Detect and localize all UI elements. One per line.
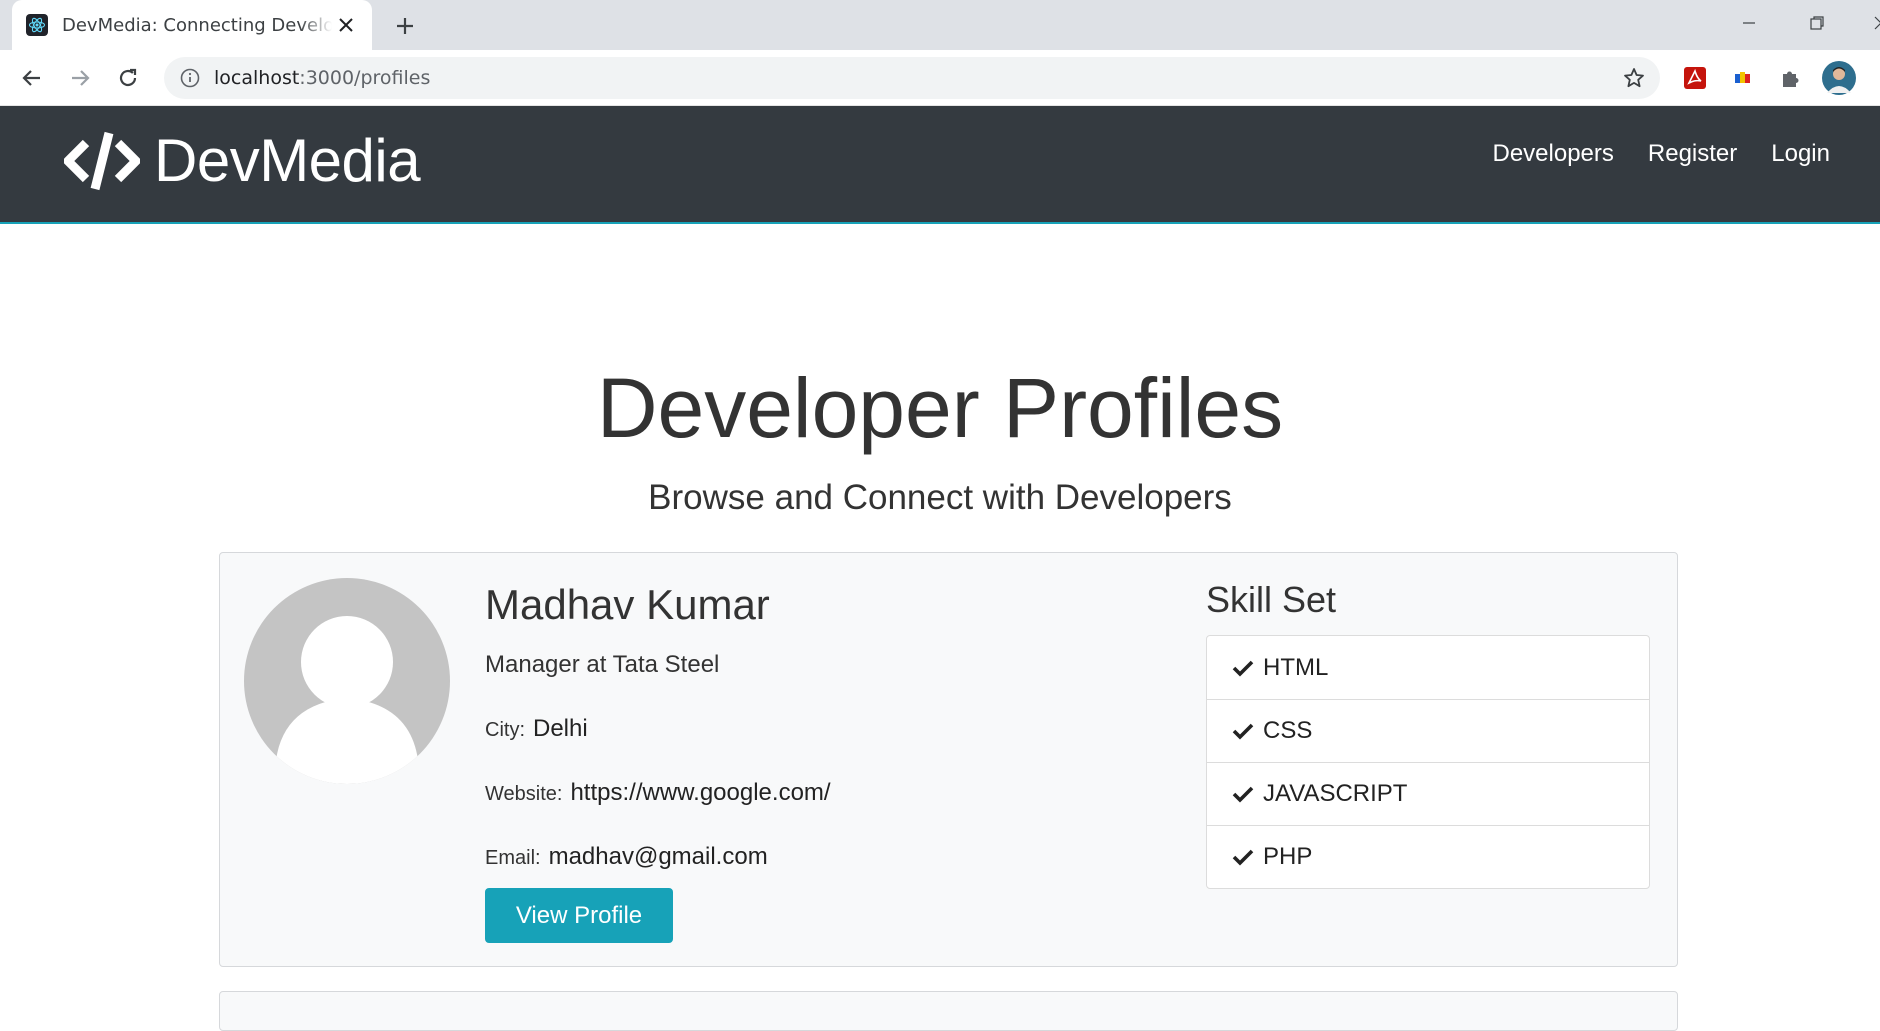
check-icon: [1231, 719, 1255, 743]
react-favicon-icon: [26, 14, 48, 36]
brand-name: DevMedia: [154, 127, 421, 194]
city-label: City:: [485, 719, 525, 741]
skill-name: HTML: [1263, 653, 1329, 681]
nav-register[interactable]: Register: [1648, 140, 1737, 168]
skill-set: Skill Set HTML CSS JAVASCRIPT PHP: [1206, 579, 1650, 889]
code-logo-icon: [64, 129, 140, 193]
developer-name: Madhav Kumar: [485, 581, 770, 628]
skill-item: PHP: [1207, 825, 1649, 888]
email-row: Email: madhav@gmail.com: [485, 843, 1105, 871]
url-host: localhost: [214, 67, 300, 89]
reload-icon[interactable]: [112, 62, 144, 94]
profile-info: Madhav Kumar Manager at Tata Steel City:…: [485, 581, 1105, 907]
nav-links: Developers Register Login: [1492, 140, 1830, 168]
app-navbar: DevMedia Developers Register Login: [0, 106, 1880, 224]
page-lead: Browse and Connect with Developers: [648, 478, 1232, 517]
skill-name: JAVASCRIPT: [1263, 780, 1408, 807]
skill-set-title: Skill Set: [1206, 579, 1337, 620]
city-value: Delhi: [533, 715, 588, 742]
color-extension-icon[interactable]: [1728, 63, 1758, 93]
page-title: Developer Profiles: [596, 361, 1284, 455]
website-value: https://www.google.com/: [570, 779, 831, 806]
address-bar[interactable]: localhost:3000/profiles: [164, 57, 1660, 99]
forward-icon[interactable]: [64, 62, 96, 94]
star-icon[interactable]: [1622, 66, 1646, 90]
skill-item: CSS: [1207, 699, 1649, 762]
developer-status: Manager at Tata Steel: [485, 651, 720, 678]
profile-card-partial: [219, 991, 1678, 1031]
check-icon: [1231, 845, 1255, 869]
browser-tab-strip: DevMedia: Connecting Developers: [0, 0, 1880, 50]
tab-title: DevMedia: Connecting Developers: [62, 14, 332, 36]
website-label: Website:: [485, 783, 563, 805]
browser-tab[interactable]: DevMedia: Connecting Developers: [12, 0, 372, 50]
website-row: Website: https://www.google.com/: [485, 779, 1105, 807]
email-label: Email:: [485, 847, 541, 869]
back-icon[interactable]: [16, 62, 48, 94]
user-avatar-icon: [244, 578, 450, 784]
email-value: madhav@gmail.com: [548, 843, 768, 870]
check-icon: [1231, 656, 1255, 680]
nav-developers[interactable]: Developers: [1492, 140, 1613, 168]
skill-list: HTML CSS JAVASCRIPT PHP: [1206, 635, 1650, 889]
minimize-icon[interactable]: [1734, 8, 1764, 38]
skill-item: HTML: [1207, 636, 1649, 699]
puzzle-icon[interactable]: [1776, 63, 1806, 93]
skill-name: PHP: [1263, 843, 1313, 870]
info-icon[interactable]: [180, 68, 200, 88]
browser-toolbar: localhost:3000/profiles: [0, 50, 1880, 106]
city-row: City: Delhi: [485, 715, 1105, 743]
profile-avatar-icon[interactable]: [1822, 61, 1856, 95]
brand-link[interactable]: DevMedia: [64, 126, 421, 195]
profile-card: Madhav Kumar Manager at Tata Steel City:…: [219, 552, 1678, 967]
nav-login[interactable]: Login: [1771, 140, 1830, 168]
skill-item: JAVASCRIPT: [1207, 762, 1649, 825]
skill-name: CSS: [1263, 717, 1313, 744]
check-icon: [1231, 782, 1255, 806]
pdf-extension-icon[interactable]: [1680, 63, 1710, 93]
close-window-icon[interactable]: [1866, 8, 1880, 38]
plus-icon[interactable]: [390, 11, 420, 41]
restore-icon[interactable]: [1802, 8, 1832, 38]
close-icon[interactable]: [334, 13, 358, 37]
view-profile-button[interactable]: View Profile: [485, 888, 673, 943]
url-path: :3000/profiles: [299, 67, 431, 89]
